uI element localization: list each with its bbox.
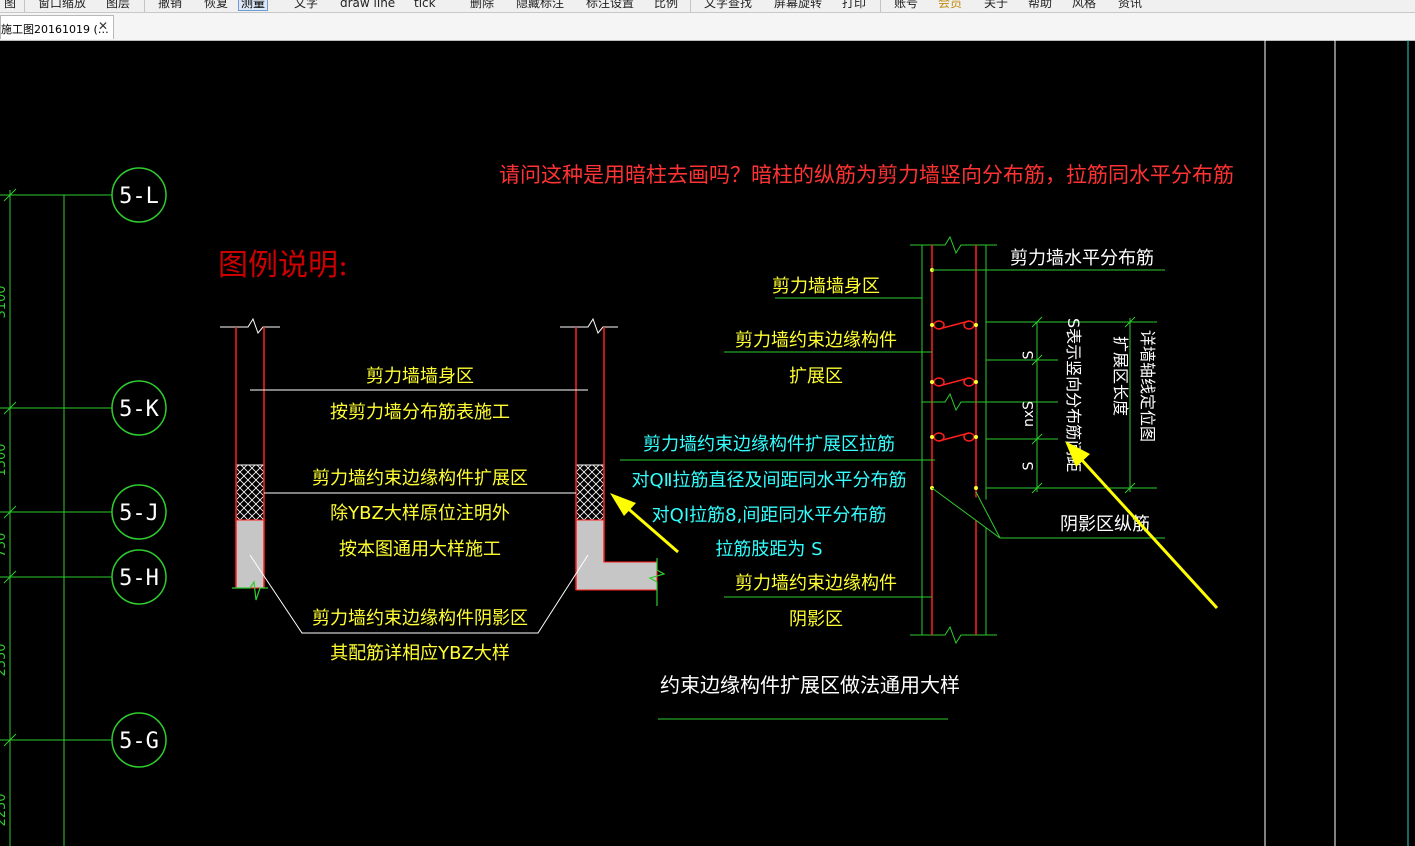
detail-label-extension-2: 扩展区 — [789, 366, 843, 387]
drawing-canvas[interactable]: 5-L 5-K 5-J 5-H 5-G 3100 1500 750 2550 2… — [0, 40, 1415, 846]
menu-item-hide-dims[interactable]: 隐藏标注 — [514, 0, 566, 10]
legend-label-extension-note-2: 按本图通用大样施工 — [339, 539, 501, 560]
dimension-label: 3100 — [0, 285, 9, 318]
menu-item-redo[interactable]: 恢复 — [202, 0, 230, 10]
legend-wall-left — [220, 317, 280, 601]
close-icon[interactable]: ✕ — [98, 19, 108, 33]
menu-item-news[interactable]: 资讯 — [1116, 0, 1144, 10]
dimension-label: 2550 — [0, 643, 9, 676]
document-tab[interactable]: 施工图20161019 (… ✕ — [0, 15, 114, 39]
legend-label-wall-body: 剪力墙墙身区 — [366, 366, 474, 387]
detail-label-wall-body: 剪力墙墙身区 — [772, 276, 880, 297]
grid-axis-5-j: 5-J — [0, 484, 167, 540]
legend-label-wall-body-note: 按剪力墙分布筋表施工 — [330, 402, 510, 423]
menu-item-measure[interactable]: 测量 — [238, 0, 269, 11]
legend-title: 图例说明: — [218, 248, 348, 283]
tie-bars — [930, 268, 978, 490]
detail-wall-section — [910, 235, 997, 645]
document-tab-title: 施工图20161019 (… — [1, 23, 109, 36]
menu-item-scale[interactable]: 比例 — [652, 0, 680, 10]
detail-label-tie-title: 剪力墙约束边缘构件扩展区拉筋 — [643, 434, 895, 455]
menu-item-vip[interactable]: 会员 — [936, 0, 964, 10]
vertical-note-axis-positioning: 详墙轴线定位图 — [1138, 330, 1157, 442]
menu-item-tick[interactable]: tick — [412, 0, 438, 10]
legend-label-shadow-note: 其配筋详相应YBZ大样 — [330, 643, 510, 664]
menu-item-find-text[interactable]: 文字查找 — [702, 0, 754, 10]
menu-item-text[interactable]: 文字 — [292, 0, 320, 10]
menu-item-about[interactable]: 关于 — [982, 0, 1010, 10]
dimension-label: 2250 — [0, 793, 9, 826]
detail-label-tie-note-1: 对QⅡ拉筋直径及间距同水平分布筋 — [631, 470, 906, 491]
menu-item-style[interactable]: 风格 — [1070, 0, 1098, 10]
menu-item-dim-settings[interactable]: 标注设置 — [584, 0, 636, 10]
grid-bubble-label: 5-G — [119, 729, 159, 754]
detail-caption: 约束边缘构件扩展区做法通用大样 — [660, 673, 960, 697]
document-tab-bar: 施工图20161019 (… ✕ — [0, 13, 1415, 41]
menu-separator — [144, 0, 145, 12]
detail-label-horizontal-bar: 剪力墙水平分布筋 — [1010, 248, 1154, 269]
grid-axis-5-h: 5-H — [0, 549, 167, 605]
detail-label-shadow-longitudinal: 阴影区纵筋 — [1060, 514, 1150, 535]
grid-bubble-label: 5-H — [119, 566, 159, 591]
menu-item-help[interactable]: 帮助 — [1026, 0, 1054, 10]
menu-item-account[interactable]: 账号 — [892, 0, 920, 10]
grid-bubble-label: 5-J — [119, 501, 159, 526]
menu-item-drawing[interactable]: 图 — [2, 0, 18, 10]
detail-label-tie-note-3: 拉筋肢距为 S — [715, 539, 822, 560]
detail-label-shadow-1: 剪力墙约束边缘构件 — [735, 573, 897, 594]
grid-axis-5-l: 5-L — [0, 167, 167, 223]
detail-label-shadow-2: 阴影区 — [789, 609, 843, 630]
menu-separator — [24, 0, 25, 12]
vertical-note-extension-length: 扩展区长度 — [1111, 336, 1130, 416]
legend-label-shadow: 剪力墙约束边缘构件阴影区 — [312, 608, 528, 629]
grid-axis-5-g: 5-G — [0, 712, 167, 768]
menu-item-layers[interactable]: 图层 — [104, 0, 132, 10]
grid-axis-5-k: 5-K — [0, 380, 167, 436]
grid-bubble-label: 5-L — [119, 184, 159, 209]
dimension-label: 750 — [0, 533, 9, 558]
cad-drawing: 5-L 5-K 5-J 5-H 5-G 3100 1500 750 2550 2… — [0, 40, 1409, 846]
menu-separator — [880, 0, 881, 12]
dimension-label-nxs: nxS — [1021, 401, 1037, 427]
menu-item-draw-line[interactable]: draw line — [338, 0, 397, 10]
detail-label-tie-note-2: 对QⅠ拉筋8,间距同水平分布筋 — [652, 505, 887, 526]
grid-bubble-label: 5-K — [119, 397, 159, 422]
menu-item-rotate-screen[interactable]: 屏幕旋转 — [772, 0, 824, 10]
menu-item-delete[interactable]: 删除 — [468, 0, 496, 10]
dimension-label-s-bottom: S — [1021, 461, 1037, 470]
legend-wall-right — [560, 317, 666, 606]
dimension-label-s-top: S — [1021, 350, 1037, 359]
legend-label-extension: 剪力墙约束边缘构件扩展区 — [312, 468, 528, 489]
legend-label-extension-note-1: 除YBZ大样原位注明外 — [330, 503, 510, 524]
menu-item-print[interactable]: 打印 — [840, 0, 868, 10]
menu-bar: 图 窗口缩放 图层 撤销 恢复 测量 文字 draw line tick 删除 … — [0, 0, 1415, 13]
question-annotation: 请问这种是用暗柱去画吗？暗柱的纵筋为剪力墙竖向分布筋，拉筋同水平分布筋 — [499, 163, 1234, 187]
dimension-label: 1500 — [0, 443, 9, 476]
menu-item-zoom[interactable]: 窗口缩放 — [36, 0, 88, 10]
detail-label-extension-1: 剪力墙约束边缘构件 — [735, 330, 897, 351]
menu-item-undo[interactable]: 撤销 — [156, 0, 184, 10]
menu-separator — [690, 0, 691, 12]
